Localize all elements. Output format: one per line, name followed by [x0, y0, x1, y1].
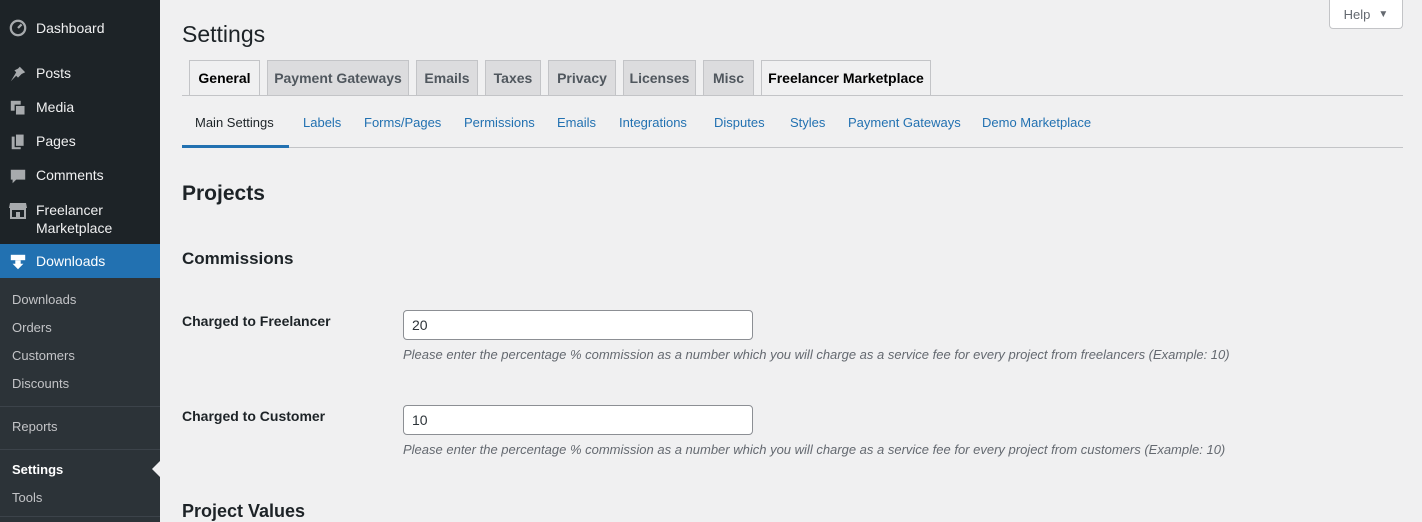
customer-commission-label: Charged to Customer: [182, 408, 326, 424]
tab-divider: [182, 95, 1403, 96]
sidebar-item-label: Dashboard: [36, 20, 105, 36]
sidebar-item-comments[interactable]: Comments: [0, 158, 160, 192]
subtab-permissions[interactable]: Permissions: [464, 115, 535, 130]
subtab-labels[interactable]: Labels: [303, 115, 341, 130]
customer-commission-input[interactable]: [403, 405, 753, 435]
submenu-divider: [0, 406, 160, 407]
sidebar-item-media[interactable]: Media: [0, 90, 160, 124]
tab-emails[interactable]: Emails: [416, 60, 478, 96]
submenu-item-reports[interactable]: Reports: [12, 419, 58, 434]
submenu-item-downloads[interactable]: Downloads: [12, 292, 76, 307]
submenu-divider: [0, 516, 160, 517]
tab-freelancer-marketplace[interactable]: Freelancer Marketplace: [761, 60, 931, 96]
sidebar-item-label: Pages: [36, 133, 76, 149]
commissions-heading: Commissions: [182, 249, 294, 268]
download-icon: [8, 252, 28, 272]
sidebar-item-label: Posts: [36, 65, 72, 81]
sidebar-item-label: Media: [36, 99, 75, 115]
media-icon: [8, 98, 28, 118]
customer-commission-description: Please enter the percentage % commission…: [403, 442, 1226, 457]
caret-down-icon: ▼: [1378, 8, 1389, 20]
help-label: Help: [1343, 6, 1371, 22]
sidebar-item-downloads[interactable]: Downloads: [0, 244, 160, 278]
tab-general[interactable]: General: [189, 60, 260, 96]
sidebar-item-label: Freelancer Marketplace: [36, 202, 113, 236]
freelancer-commission-input[interactable]: [403, 310, 753, 340]
sidebar-item-pages[interactable]: Pages: [0, 124, 160, 158]
sidebar-item-label: Downloads: [36, 253, 106, 269]
active-subtab-indicator: [182, 145, 289, 148]
subtab-styles[interactable]: Styles: [790, 115, 825, 130]
store-icon: [8, 200, 28, 220]
downloads-submenu: Downloads Orders Customers Discounts Rep…: [0, 278, 160, 522]
sidebar-item-posts[interactable]: Posts: [0, 56, 160, 90]
freelancer-commission-description: Please enter the percentage % commission…: [403, 347, 1230, 362]
tab-misc[interactable]: Misc: [703, 60, 754, 96]
subtab-forms-pages[interactable]: Forms/Pages: [364, 115, 441, 130]
subtab-demo-marketplace[interactable]: Demo Marketplace: [982, 115, 1091, 130]
tab-licenses[interactable]: Licenses: [623, 60, 696, 96]
sidebar-item-dashboard[interactable]: Dashboard: [0, 0, 160, 56]
section-title: Projects: [182, 182, 265, 205]
project-values-heading: Project Values: [182, 501, 306, 521]
subtab-integrations[interactable]: Integrations: [619, 115, 687, 130]
pages-icon: [8, 132, 28, 152]
pin-icon: [8, 64, 28, 84]
subtab-disputes[interactable]: Disputes: [714, 115, 765, 130]
tab-payment-gateways[interactable]: Payment Gateways: [267, 60, 409, 96]
help-button[interactable]: Help ▼: [1329, 0, 1403, 29]
sidebar-item-label: Comments: [36, 167, 104, 183]
submenu-item-customers[interactable]: Customers: [12, 348, 75, 363]
sidebar-item-freelancer-marketplace[interactable]: Freelancer Marketplace: [0, 192, 160, 244]
submenu-divider: [0, 449, 160, 450]
subtab-divider: [182, 147, 1403, 148]
comment-icon: [8, 166, 28, 186]
subtab-payment-gateways[interactable]: Payment Gateways: [848, 115, 961, 130]
freelancer-commission-label: Charged to Freelancer: [182, 313, 331, 329]
submenu-item-settings[interactable]: Settings: [12, 462, 63, 477]
current-menu-arrow: [152, 461, 160, 477]
admin-sidebar: Dashboard Posts Media Pages Comments Fre…: [0, 0, 160, 522]
tab-privacy[interactable]: Privacy: [548, 60, 616, 96]
tab-taxes[interactable]: Taxes: [485, 60, 541, 96]
submenu-item-discounts[interactable]: Discounts: [12, 376, 69, 391]
submenu-item-orders[interactable]: Orders: [12, 320, 52, 335]
dashboard-icon: [8, 18, 28, 38]
page-title: Settings: [182, 21, 266, 47]
subtab-main-settings[interactable]: Main Settings: [195, 115, 274, 130]
submenu-item-tools[interactable]: Tools: [12, 490, 42, 505]
subtab-emails[interactable]: Emails: [557, 115, 596, 130]
